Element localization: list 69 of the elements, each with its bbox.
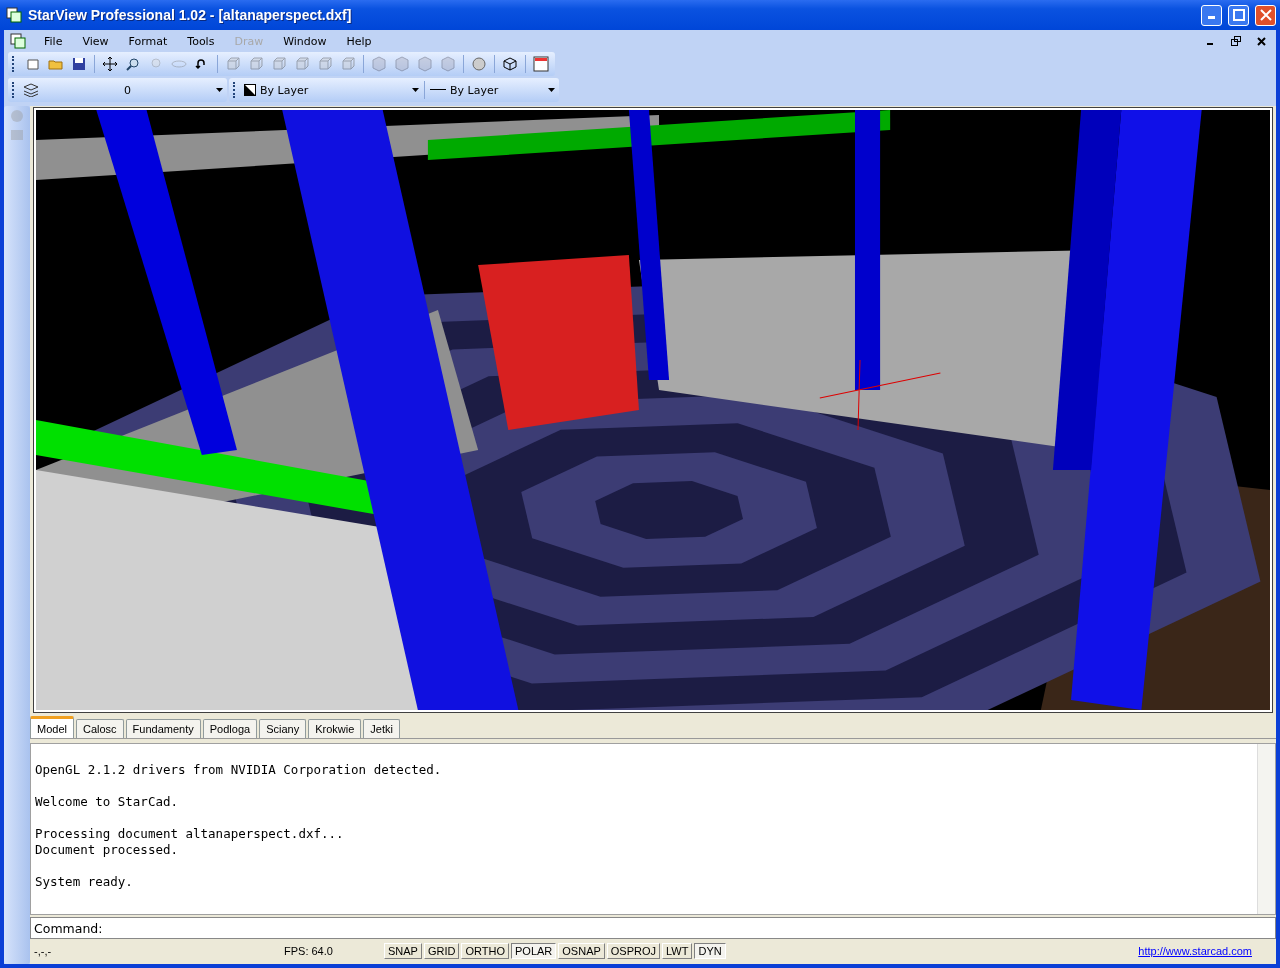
cube-icon: [271, 56, 287, 72]
line-sample-icon: [430, 89, 446, 91]
layout-tab[interactable]: Jetki: [363, 719, 400, 738]
website-link[interactable]: http://www.starcad.com: [1138, 945, 1252, 957]
output-line: Document processed.: [35, 842, 179, 858]
mode-toggle[interactable]: DYN: [694, 943, 726, 959]
command-label: Command:: [34, 920, 103, 936]
palette-window-icon: [533, 56, 549, 72]
magnifier-icon: [125, 56, 141, 72]
layout-tab[interactable]: Model: [30, 716, 74, 738]
four-arrows-icon: [102, 56, 118, 72]
menu-item[interactable]: Format: [118, 32, 178, 50]
command-field[interactable]: Command:: [30, 917, 1276, 939]
cube-icon: [317, 56, 333, 72]
cube-icon: [440, 56, 456, 72]
document-icon: [10, 33, 26, 49]
cube-icon: [417, 56, 433, 72]
maximize-button[interactable]: [1228, 4, 1249, 26]
output-line: System ready.: [35, 874, 134, 890]
menu-item[interactable]: Tools: [177, 32, 225, 50]
output-line: OpenGL 2.1.2 drivers from NVIDIA Corporation detected.: [35, 762, 443, 778]
layers-icon: [23, 83, 39, 97]
cube-icon: [394, 56, 410, 72]
wireframe-cube-icon: [502, 56, 518, 72]
cube-icon: [371, 56, 387, 72]
output-line: Processing document altanaperspect.dxf...: [35, 826, 345, 842]
close-button[interactable]: [1255, 4, 1276, 26]
mode-toggle[interactable]: POLAR: [511, 943, 557, 959]
minimize-button[interactable]: [1201, 4, 1222, 26]
mode-toggle[interactable]: LWT: [662, 943, 693, 959]
color-swatch-icon: [244, 84, 256, 96]
sphere-icon: [471, 56, 487, 72]
close-icon: [1257, 36, 1266, 46]
menu-item[interactable]: Window: [273, 32, 337, 50]
maximize-icon: [1232, 9, 1245, 21]
restore-icon: [1231, 36, 1241, 46]
caret-icon: [548, 88, 555, 92]
cube-icon: [248, 56, 264, 72]
caret-icon: [412, 88, 419, 92]
mode-toggle[interactable]: GRID: [423, 943, 460, 959]
layout-tab[interactable]: Krokwie: [308, 719, 362, 738]
output-line: Welcome to StarCad.: [35, 794, 179, 810]
menu-item[interactable]: Help: [336, 32, 382, 50]
color-dropdown[interactable]: By Layer: [244, 80, 419, 100]
mode-toggle[interactable]: ORTHO: [461, 943, 509, 959]
mode-toggle[interactable]: OSNAP: [558, 943, 605, 959]
mode-toggle[interactable]: SNAP: [384, 943, 422, 959]
toolbar-button[interactable]: [100, 54, 120, 74]
coordinates-text: -,-,-: [34, 945, 53, 957]
layout-tab[interactable]: Podloga: [202, 719, 258, 738]
scrollbar[interactable]: [1257, 744, 1275, 914]
menu-item[interactable]: View: [72, 32, 119, 50]
layout-tab[interactable]: Calosc: [75, 719, 124, 738]
layer-dropdown[interactable]: 0: [23, 80, 223, 100]
cube-icon: [294, 56, 310, 72]
cube-icon: [340, 56, 356, 72]
close-icon: [1259, 9, 1272, 21]
cube-icon: [225, 56, 241, 72]
fps-text: FPS: 64.0: [284, 945, 334, 957]
layout-tab[interactable]: Sciany: [259, 719, 307, 738]
new-document-icon: [25, 56, 41, 72]
layout-tab[interactable]: Fundamenty: [125, 719, 201, 738]
app-logo-icon: [6, 7, 22, 23]
window-title: StarView Professional 1.02 - [altanaperspect.dxf]: [28, 7, 353, 23]
shape-icon: [9, 108, 25, 124]
linetype-dropdown[interactable]: By Layer: [430, 80, 555, 100]
caret-icon: [216, 88, 223, 92]
mode-toggle[interactable]: OSPROJ: [606, 943, 661, 959]
menu-item[interactable]: File: [34, 32, 73, 50]
